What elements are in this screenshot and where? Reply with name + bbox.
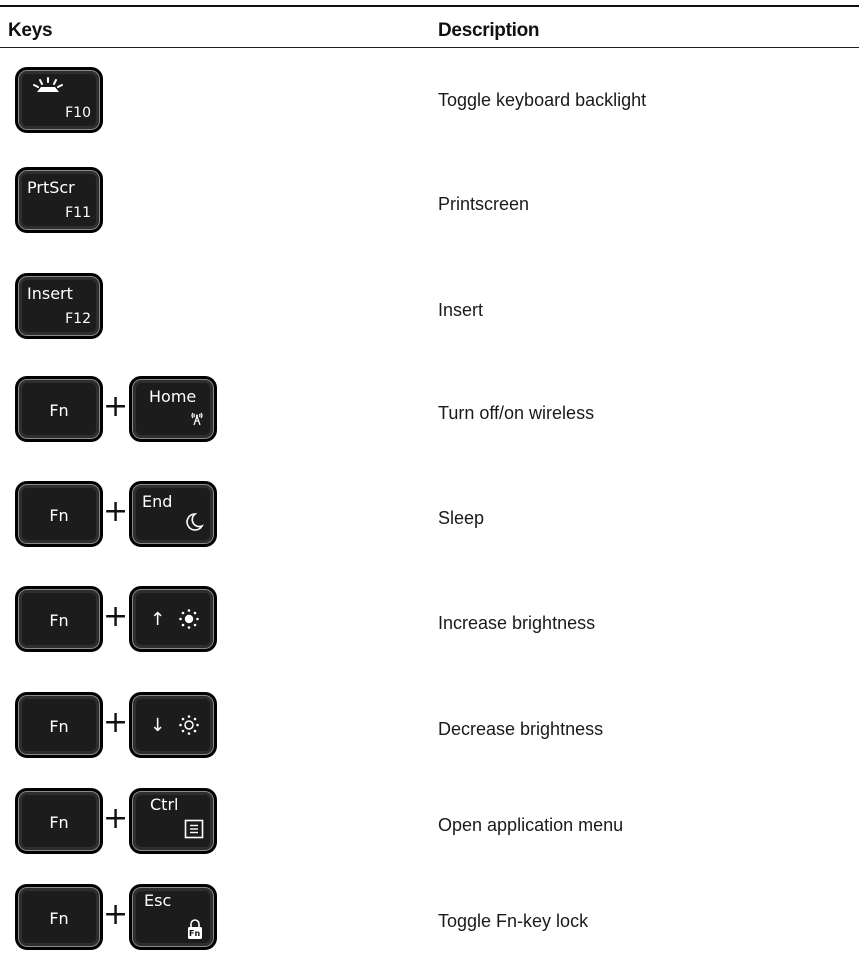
fn-key: Fn <box>15 692 103 758</box>
fn-key: Fn <box>15 884 103 950</box>
description-text: Insert <box>438 300 484 320</box>
description-text: Open application menu <box>438 815 624 835</box>
key-label-fn: Fn <box>49 506 69 525</box>
description-text: Toggle Fn-key lock <box>438 911 589 931</box>
table-row: Insert F12 Insert <box>0 273 859 353</box>
esc-key: Esc Fn <box>129 884 217 950</box>
ctrl-key: Ctrl <box>129 788 217 854</box>
plus-sign: + <box>103 599 129 634</box>
plus-sign: + <box>103 705 129 740</box>
key-label-f10: F10 <box>65 105 91 121</box>
key-label-fn: Fn <box>49 401 69 420</box>
fn-lock-icon: Fn <box>186 918 204 940</box>
up-arrow-icon: ↑ <box>150 609 166 630</box>
down-arrow-key: ↓ <box>129 692 217 758</box>
f12-key: Insert F12 <box>15 273 103 339</box>
column-header-keys: Keys <box>8 20 53 41</box>
table-row: Fn + ↓ Decrease brightness <box>0 692 859 772</box>
f10-key: F10 <box>15 67 103 133</box>
key-label-insert: Insert <box>27 284 73 303</box>
fn-lock-label: Fn <box>189 929 201 938</box>
description-text: Toggle keyboard backlight <box>438 90 647 110</box>
table-row: Fn + Ctrl Open application menu <box>0 788 859 868</box>
key-label-home: Home <box>149 387 197 406</box>
description-text: Printscreen <box>438 194 530 214</box>
table-row: Fn + End Sleep <box>0 481 859 561</box>
description-text: Sleep <box>438 508 485 528</box>
plus-sign: + <box>103 389 129 424</box>
plus-sign: + <box>103 801 129 836</box>
menu-icon <box>184 819 204 843</box>
table-row: PrtScr F11 Printscreen <box>0 167 859 247</box>
down-arrow-icon: ↓ <box>150 715 166 736</box>
table-row: Fn + ↑ Increase brightness <box>0 586 859 666</box>
fn-key: Fn <box>15 788 103 854</box>
table-row: Fn + Home Turn off/on wireless <box>0 376 859 456</box>
fn-key: Fn <box>15 481 103 547</box>
key-label-fn: Fn <box>49 717 69 736</box>
header-rule <box>0 47 859 48</box>
key-label-ctrl: Ctrl <box>150 795 179 814</box>
fn-key: Fn <box>15 376 103 442</box>
description-text: Decrease brightness <box>438 719 604 739</box>
home-key: Home <box>129 376 217 442</box>
key-label-fn: Fn <box>49 813 69 832</box>
key-label-f11: F11 <box>65 205 91 221</box>
end-key: End <box>129 481 217 547</box>
key-label-fn: Fn <box>49 611 69 630</box>
key-label-esc: Esc <box>144 891 172 910</box>
table-row: F10 Toggle keyboard backlight <box>0 64 859 144</box>
column-header-description: Description <box>438 20 540 41</box>
description-text: Increase brightness <box>438 613 596 633</box>
fn-key: Fn <box>15 586 103 652</box>
wireless-icon <box>189 410 205 430</box>
key-label-prtscr: PrtScr <box>27 178 75 197</box>
plus-sign: + <box>103 494 129 529</box>
brightness-down-icon <box>178 714 200 740</box>
up-arrow-key: ↑ <box>129 586 217 652</box>
key-label-fn: Fn <box>49 909 69 928</box>
brightness-up-icon <box>178 608 200 634</box>
keyboard-backlight-icon <box>31 76 65 100</box>
table-row: Fn + Esc Fn Toggle Fn-key lock <box>0 884 859 964</box>
description-text: Turn off/on wireless <box>438 403 595 423</box>
f11-key: PrtScr F11 <box>15 167 103 233</box>
key-label-f12: F12 <box>65 311 91 327</box>
key-label-end: End <box>142 492 173 511</box>
top-rule <box>0 5 859 7</box>
plus-sign: + <box>103 897 129 932</box>
moon-icon <box>184 512 204 536</box>
